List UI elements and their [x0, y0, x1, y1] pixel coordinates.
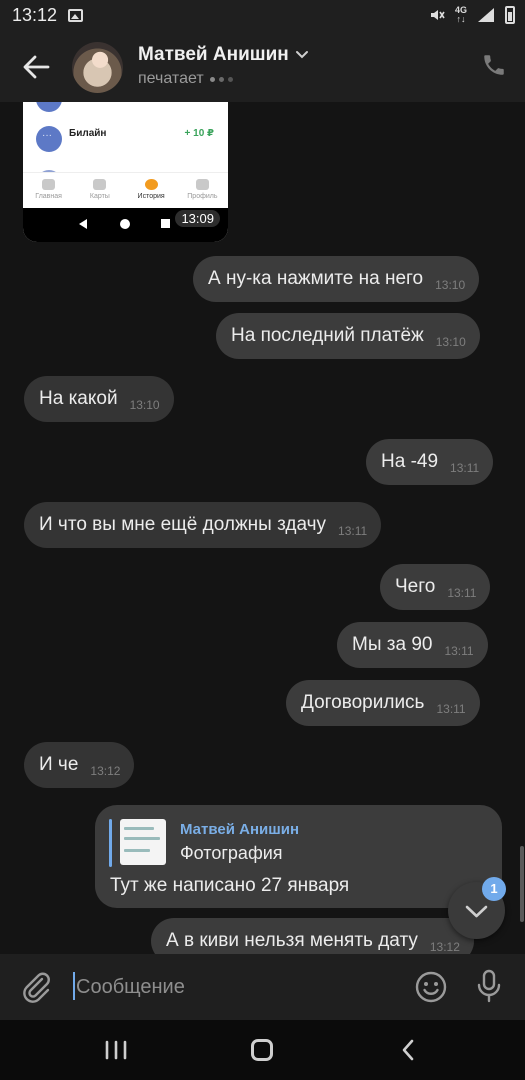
unread-badge: 1 — [482, 877, 506, 901]
status-time: 13:12 — [12, 5, 58, 25]
contact-name[interactable]: Матвей Анишин — [138, 44, 289, 66]
message-bubble[interactable]: На какой 13:10 — [24, 376, 174, 422]
recent-apps-icon[interactable] — [104, 1040, 128, 1060]
quoted-photo-thumbnail[interactable] — [120, 819, 166, 865]
mute-icon — [430, 10, 445, 20]
typing-dots-icon — [209, 76, 233, 82]
contact-title[interactable]: Матвей Анишин — [138, 44, 309, 66]
attachment-tab-bar: Главная Карты История Профиль — [23, 172, 228, 208]
reply-text: Тут же написано 27 января — [110, 875, 350, 896]
chat-header: Матвей Анишин печатает — [0, 32, 525, 102]
attachment-payee: Билайн — [69, 128, 107, 139]
text-cursor — [73, 972, 75, 1000]
quote-bar — [109, 819, 112, 867]
message-bubble[interactable]: А в киви нельзя менять дату 13:12 — [151, 918, 474, 954]
home-circle-icon — [120, 219, 130, 229]
attachment-amount: + 10 ₽ — [184, 128, 214, 139]
avatar[interactable] — [72, 42, 123, 93]
battery-icon — [505, 6, 515, 24]
image-icon — [68, 9, 83, 22]
quoted-author[interactable]: Матвей Анишин — [180, 821, 299, 838]
reply-message-bubble[interactable]: Матвей Анишин Фотография Тут же написано… — [95, 805, 502, 908]
message-bubble[interactable]: На последний платёж 13:10 — [216, 313, 480, 359]
paperclip-icon[interactable] — [20, 970, 52, 1004]
message-bubble[interactable]: Договорились 13:11 — [286, 680, 480, 726]
message-bubble[interactable]: Мы за 90 13:11 — [337, 622, 488, 668]
attachment-tab-active: История — [126, 173, 177, 208]
message-bubble[interactable]: Чего 13:11 — [380, 564, 491, 610]
message-bubble[interactable]: На -49 13:11 — [366, 439, 494, 485]
emoji-icon[interactable] — [414, 970, 448, 1004]
recents-square-icon — [161, 219, 170, 228]
typing-status: печатает — [138, 70, 204, 87]
scrollbar[interactable] — [520, 846, 524, 922]
back-arrow-icon[interactable] — [20, 52, 52, 82]
message-bubble[interactable]: И че 13:12 — [24, 742, 135, 788]
message-bubble[interactable]: А ну-ка нажмите на него 13:10 — [193, 256, 480, 302]
signal-icon — [478, 8, 494, 22]
home-button-icon[interactable] — [251, 1039, 273, 1061]
contact-status: печатает — [138, 70, 233, 88]
message-composer — [0, 954, 525, 1020]
phone-icon[interactable] — [481, 52, 507, 78]
attachment-tab: Карты — [74, 173, 125, 208]
network-indicator: 4G ↑↓ — [454, 5, 467, 24]
back-chevron-icon[interactable] — [400, 1038, 416, 1062]
status-bar: 13:12 4G ↑↓ — [0, 0, 525, 32]
attachment-time: 13:09 — [175, 210, 220, 227]
quoted-text: Фотография — [180, 843, 283, 863]
operator-icon — [36, 126, 62, 152]
photo-attachment[interactable]: Билайн + 10 ₽ Главная Карты История Проф… — [23, 102, 228, 242]
status-icons: 4G ↑↓ — [429, 6, 515, 24]
chevron-down-icon[interactable] — [295, 50, 309, 60]
back-triangle-icon — [79, 219, 87, 229]
operator-icon — [36, 102, 62, 112]
microphone-icon[interactable] — [474, 968, 504, 1004]
message-input[interactable] — [76, 966, 396, 1008]
message-list[interactable]: Билайн + 10 ₽ Главная Карты История Проф… — [0, 102, 525, 954]
attachment-tab: Профиль — [177, 173, 228, 208]
message-bubble[interactable]: И что вы мне ещё должны здачу 13:11 — [24, 502, 382, 548]
attachment-tab: Главная — [23, 173, 74, 208]
system-navigation-bar — [0, 1020, 525, 1080]
